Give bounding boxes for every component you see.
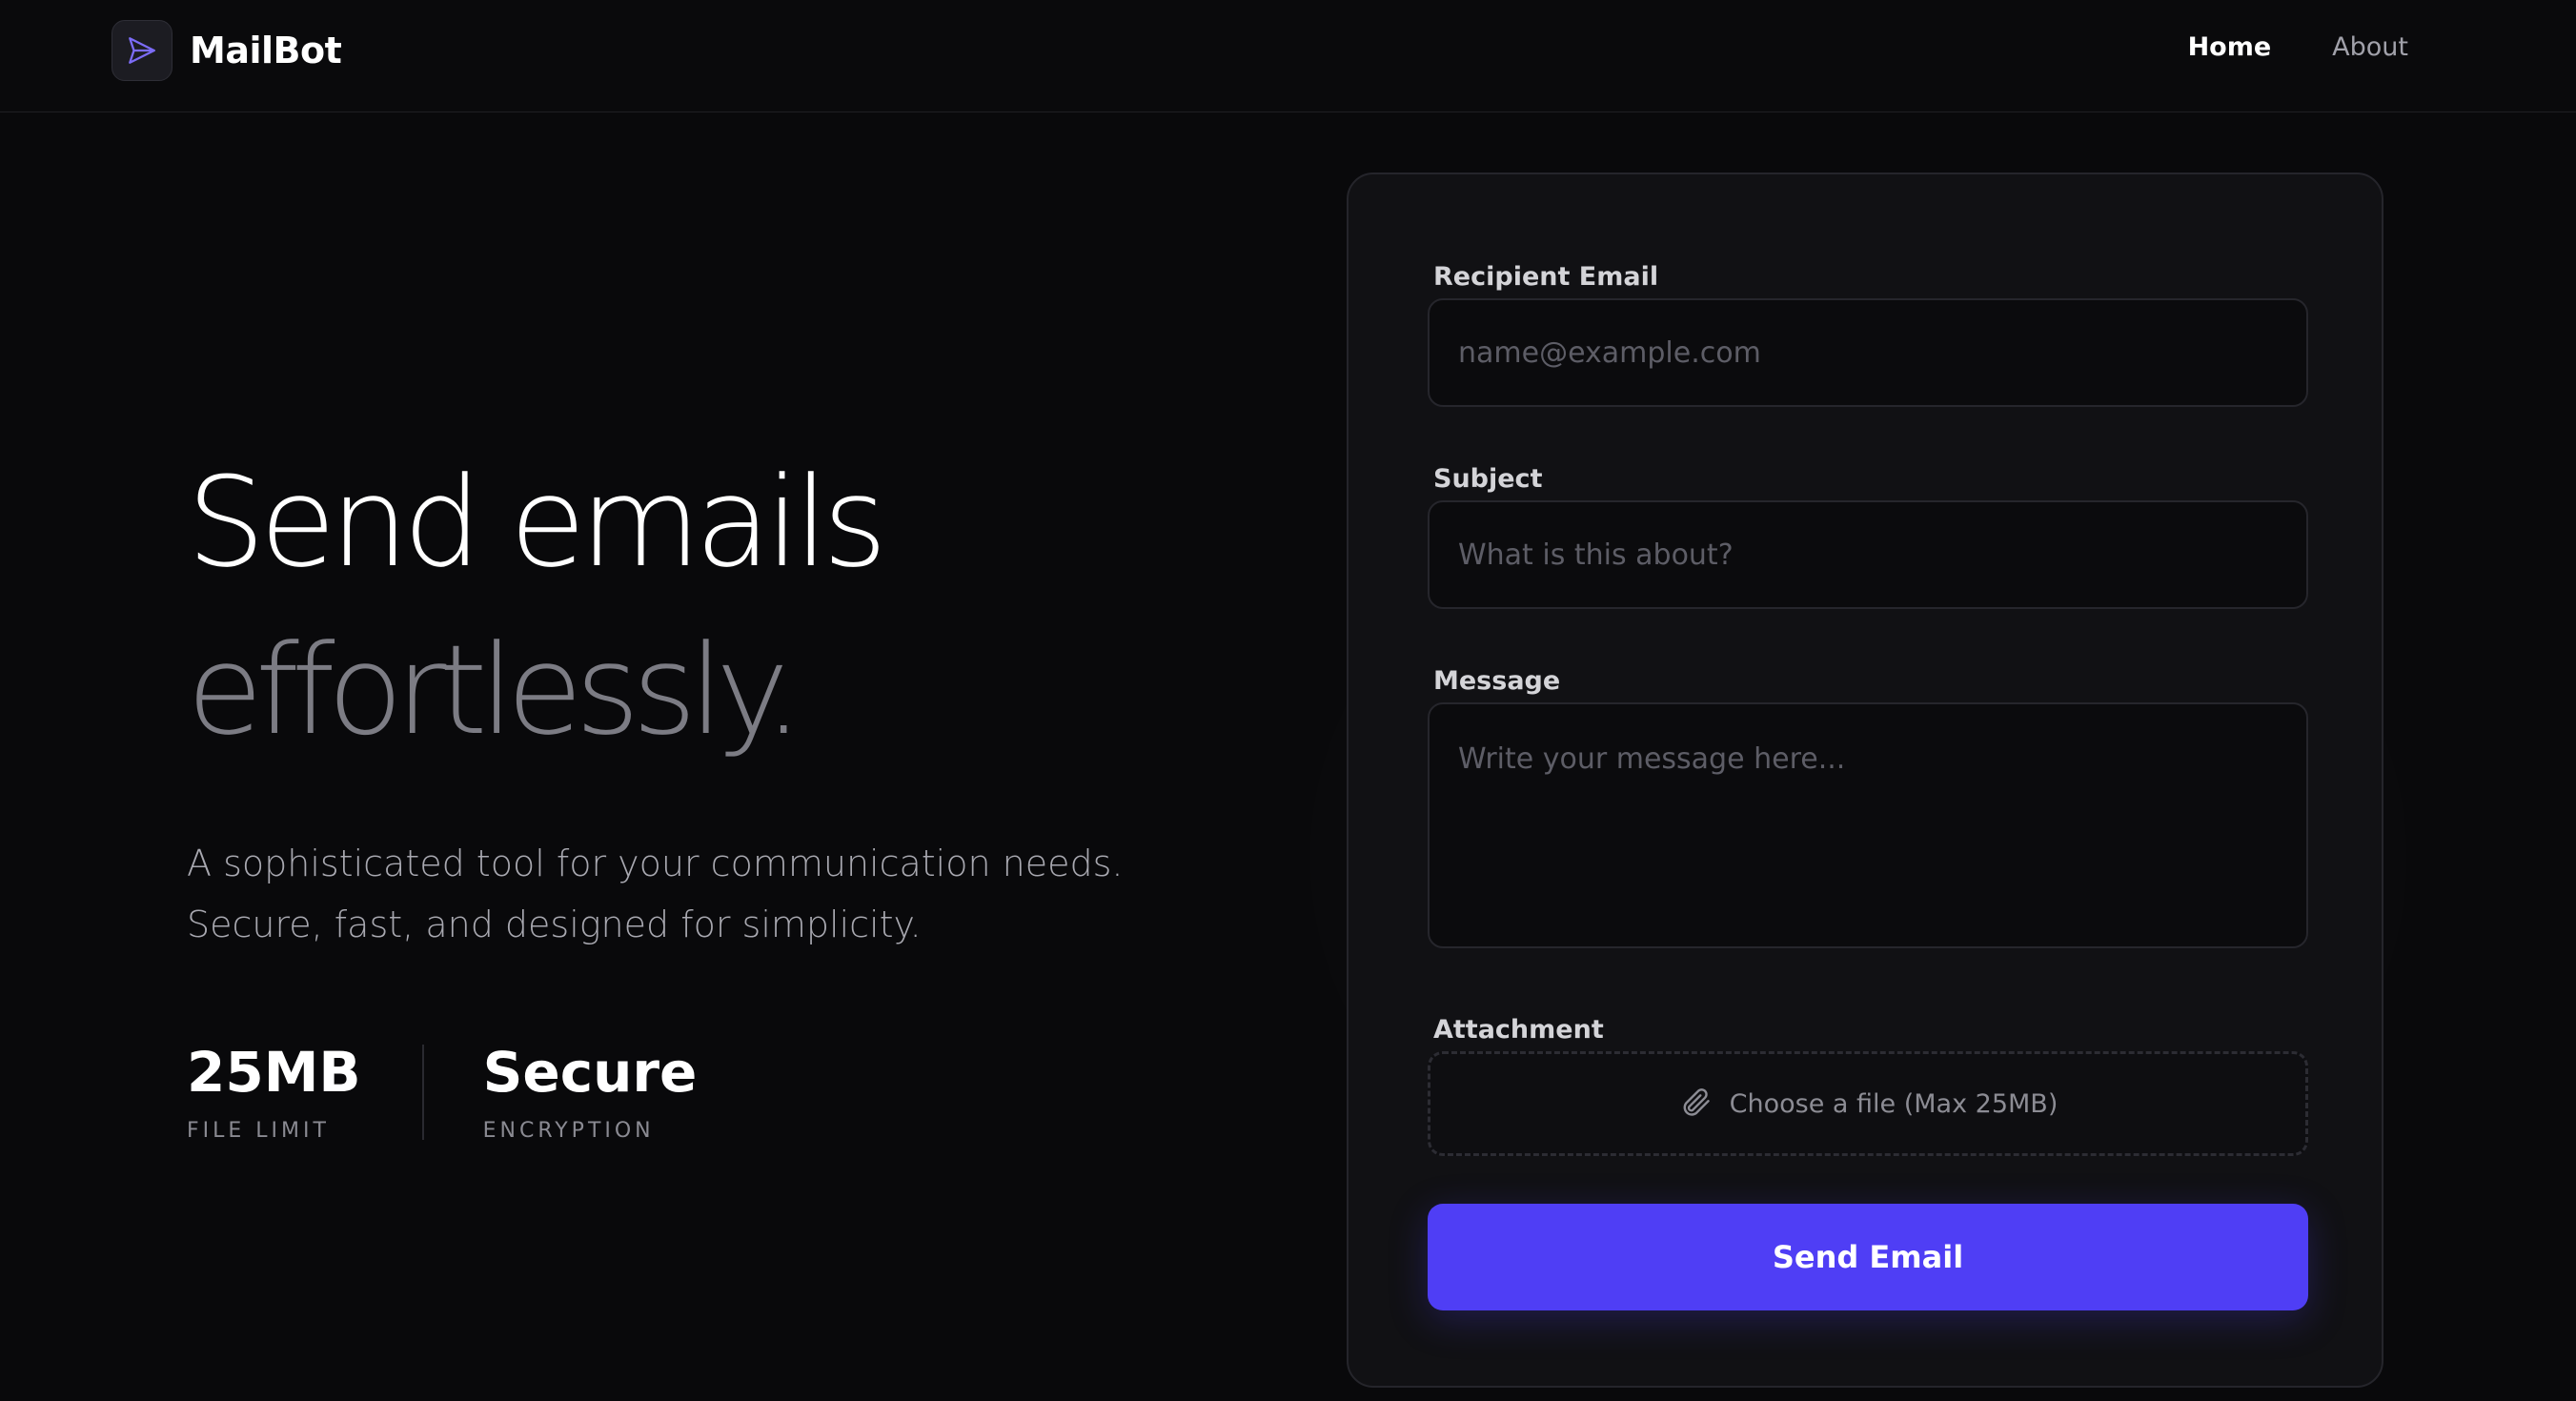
paperclip-icon [1678, 1085, 1713, 1123]
stat-label: FILE LIMIT [187, 1119, 330, 1143]
nav-link-about[interactable]: About [2332, 32, 2408, 62]
hero-description-line-2: Secure, fast, and designed for simplicit… [187, 904, 922, 945]
message-textarea[interactable] [1428, 702, 2308, 948]
app-name: MailBot [190, 30, 342, 71]
stat-encryption: Secure ENCRYPTION [483, 1039, 698, 1143]
attachment-label: Attachment [1433, 1015, 1604, 1045]
brand[interactable]: MailBot [112, 20, 342, 81]
nav-link-home[interactable]: Home [2188, 32, 2272, 62]
message-label: Message [1433, 666, 1561, 696]
subject-input[interactable] [1428, 500, 2308, 609]
stat-value: 25MB [187, 1040, 361, 1105]
nav-links: Home About [2188, 32, 2408, 62]
stat-value: Secure [482, 1040, 698, 1105]
stats: 25MB FILE LIMIT Secure ENCRYPTION [187, 1039, 697, 1143]
email-form-card: Recipient Email Subject Message Attachme… [1347, 173, 2383, 1388]
stat-label: ENCRYPTION [482, 1119, 655, 1143]
stat-divider [421, 1045, 424, 1140]
file-upload-text: Choose a file (Max 25MB) [1729, 1088, 2059, 1119]
hero-section: Send emails effortlessly. A sophisticate… [187, 438, 1235, 955]
send-email-button[interactable]: Send Email [1428, 1204, 2308, 1310]
recipient-email-input[interactable] [1428, 298, 2308, 407]
hero-description: A sophisticated tool for your communicat… [187, 833, 1140, 955]
file-upload-button[interactable]: Choose a file (Max 25MB) [1428, 1051, 2308, 1156]
recipient-email-label: Recipient Email [1433, 262, 1659, 292]
hero-title: Send emails [187, 450, 887, 595]
hero-description-line-1: A sophisticated tool for your communicat… [187, 843, 1124, 884]
stat-file-limit: 25MB FILE LIMIT [187, 1039, 361, 1143]
top-nav: MailBot Home About [0, 0, 2576, 112]
send-icon [112, 20, 172, 81]
subject-label: Subject [1433, 464, 1543, 494]
hero-title-accent: effortlessly. [187, 618, 803, 762]
